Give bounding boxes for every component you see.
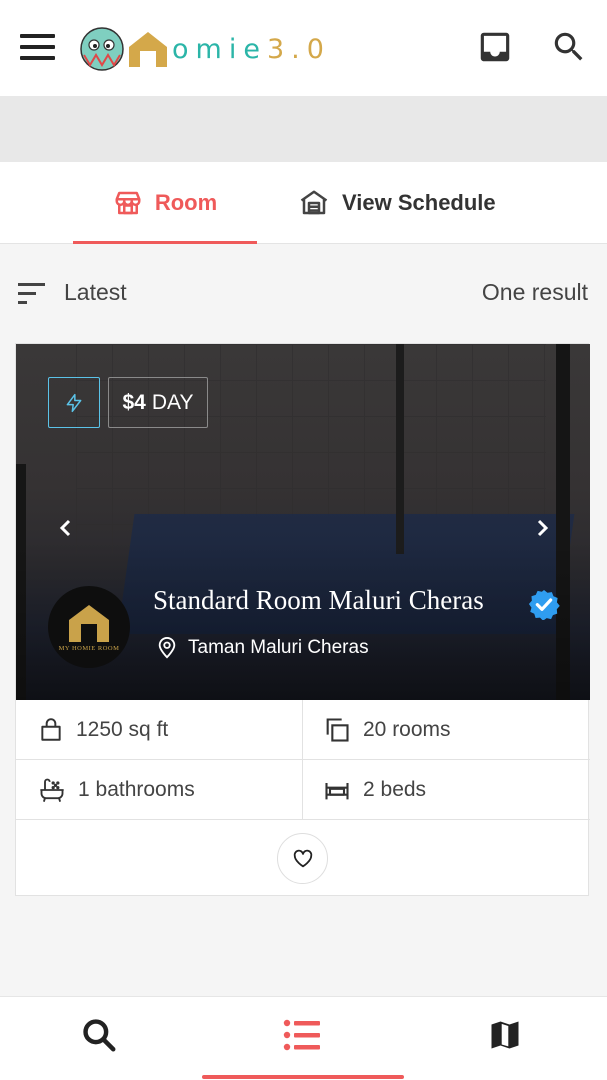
inbox-icon[interactable]	[476, 28, 514, 66]
nav-map-button[interactable]	[485, 1015, 525, 1055]
sort-icon[interactable]	[18, 283, 46, 305]
owner-logo-text: MY HOMIE ROOM	[58, 645, 120, 652]
active-tab-indicator	[202, 1075, 404, 1079]
search-icon[interactable]	[550, 28, 588, 66]
bathtub-icon	[40, 778, 64, 802]
listing-title[interactable]: Standard Room Maluri Cheras	[153, 585, 484, 616]
app-logo[interactable]: omie3.0	[78, 22, 331, 76]
feature-beds-text: 2 beds	[363, 777, 427, 801]
logo-mascot-icon	[80, 27, 124, 71]
sort-label[interactable]: Latest	[64, 279, 127, 306]
feature-rooms-text: 20 rooms	[363, 717, 451, 741]
feature-area: 1250 sq ft	[16, 700, 303, 760]
verified-badge-icon	[528, 590, 560, 620]
feature-area-text: 1250 sq ft	[76, 717, 169, 741]
bottom-navigation	[0, 996, 607, 1080]
feature-bathrooms: 1 bathrooms	[16, 760, 303, 820]
bed-icon	[325, 782, 349, 799]
heart-icon	[293, 849, 312, 867]
chevron-left-icon[interactable]	[54, 516, 78, 540]
copy-icon	[326, 717, 349, 742]
search-icon	[83, 1019, 116, 1052]
list-icon	[283, 1019, 320, 1051]
listing-features: 1250 sq ft 20 rooms 1 bathrooms 2 beds	[16, 700, 590, 821]
price-unit: DAY	[151, 390, 194, 414]
nav-search-button[interactable]	[79, 1015, 119, 1055]
result-count: One result	[481, 279, 588, 305]
warehouse-icon	[300, 190, 328, 215]
lightning-icon	[66, 393, 82, 412]
feature-beds: 2 beds	[303, 760, 590, 820]
nav-list-button[interactable]	[282, 1015, 322, 1055]
map-icon	[491, 1021, 519, 1049]
shopping-bag-icon	[41, 717, 61, 741]
tab-room-label: Room	[154, 190, 218, 215]
listing-card[interactable]: $4 DAY MY HOMIE ROOM Standard Room Malur…	[15, 343, 590, 896]
storefront-icon	[115, 191, 141, 215]
owner-avatar[interactable]: MY HOMIE ROOM	[48, 586, 130, 668]
favorite-button[interactable]	[277, 833, 328, 884]
logo-house-icon	[129, 32, 167, 67]
tab-room[interactable]: Room	[73, 162, 257, 244]
banner-placeholder	[0, 96, 607, 162]
tab-bar: Room View Schedule	[0, 162, 607, 244]
logo-text: omie3.0	[172, 33, 331, 65]
location-pin-icon	[158, 637, 176, 659]
hamburger-menu-icon[interactable]	[20, 34, 56, 62]
price-badge: $4 DAY	[108, 377, 208, 428]
app-header: omie3.0	[0, 0, 607, 96]
listing-photo[interactable]: $4 DAY MY HOMIE ROOM Standard Room Malur…	[16, 344, 590, 700]
feature-bathrooms-text: 1 bathrooms	[78, 777, 195, 801]
listing-location: Taman Maluri Cheras	[156, 636, 369, 660]
feature-rooms: 20 rooms	[303, 700, 590, 760]
owner-logo-icon	[69, 605, 109, 642]
chevron-right-icon[interactable]	[530, 516, 554, 540]
tab-view-schedule-label: View Schedule	[342, 190, 496, 215]
filter-bar: Latest One result	[0, 244, 607, 340]
location-text: Taman Maluri Cheras	[188, 637, 369, 658]
tab-view-schedule[interactable]: View Schedule	[298, 162, 496, 244]
instant-book-badge	[48, 377, 100, 428]
price-amount: $4	[122, 390, 146, 414]
